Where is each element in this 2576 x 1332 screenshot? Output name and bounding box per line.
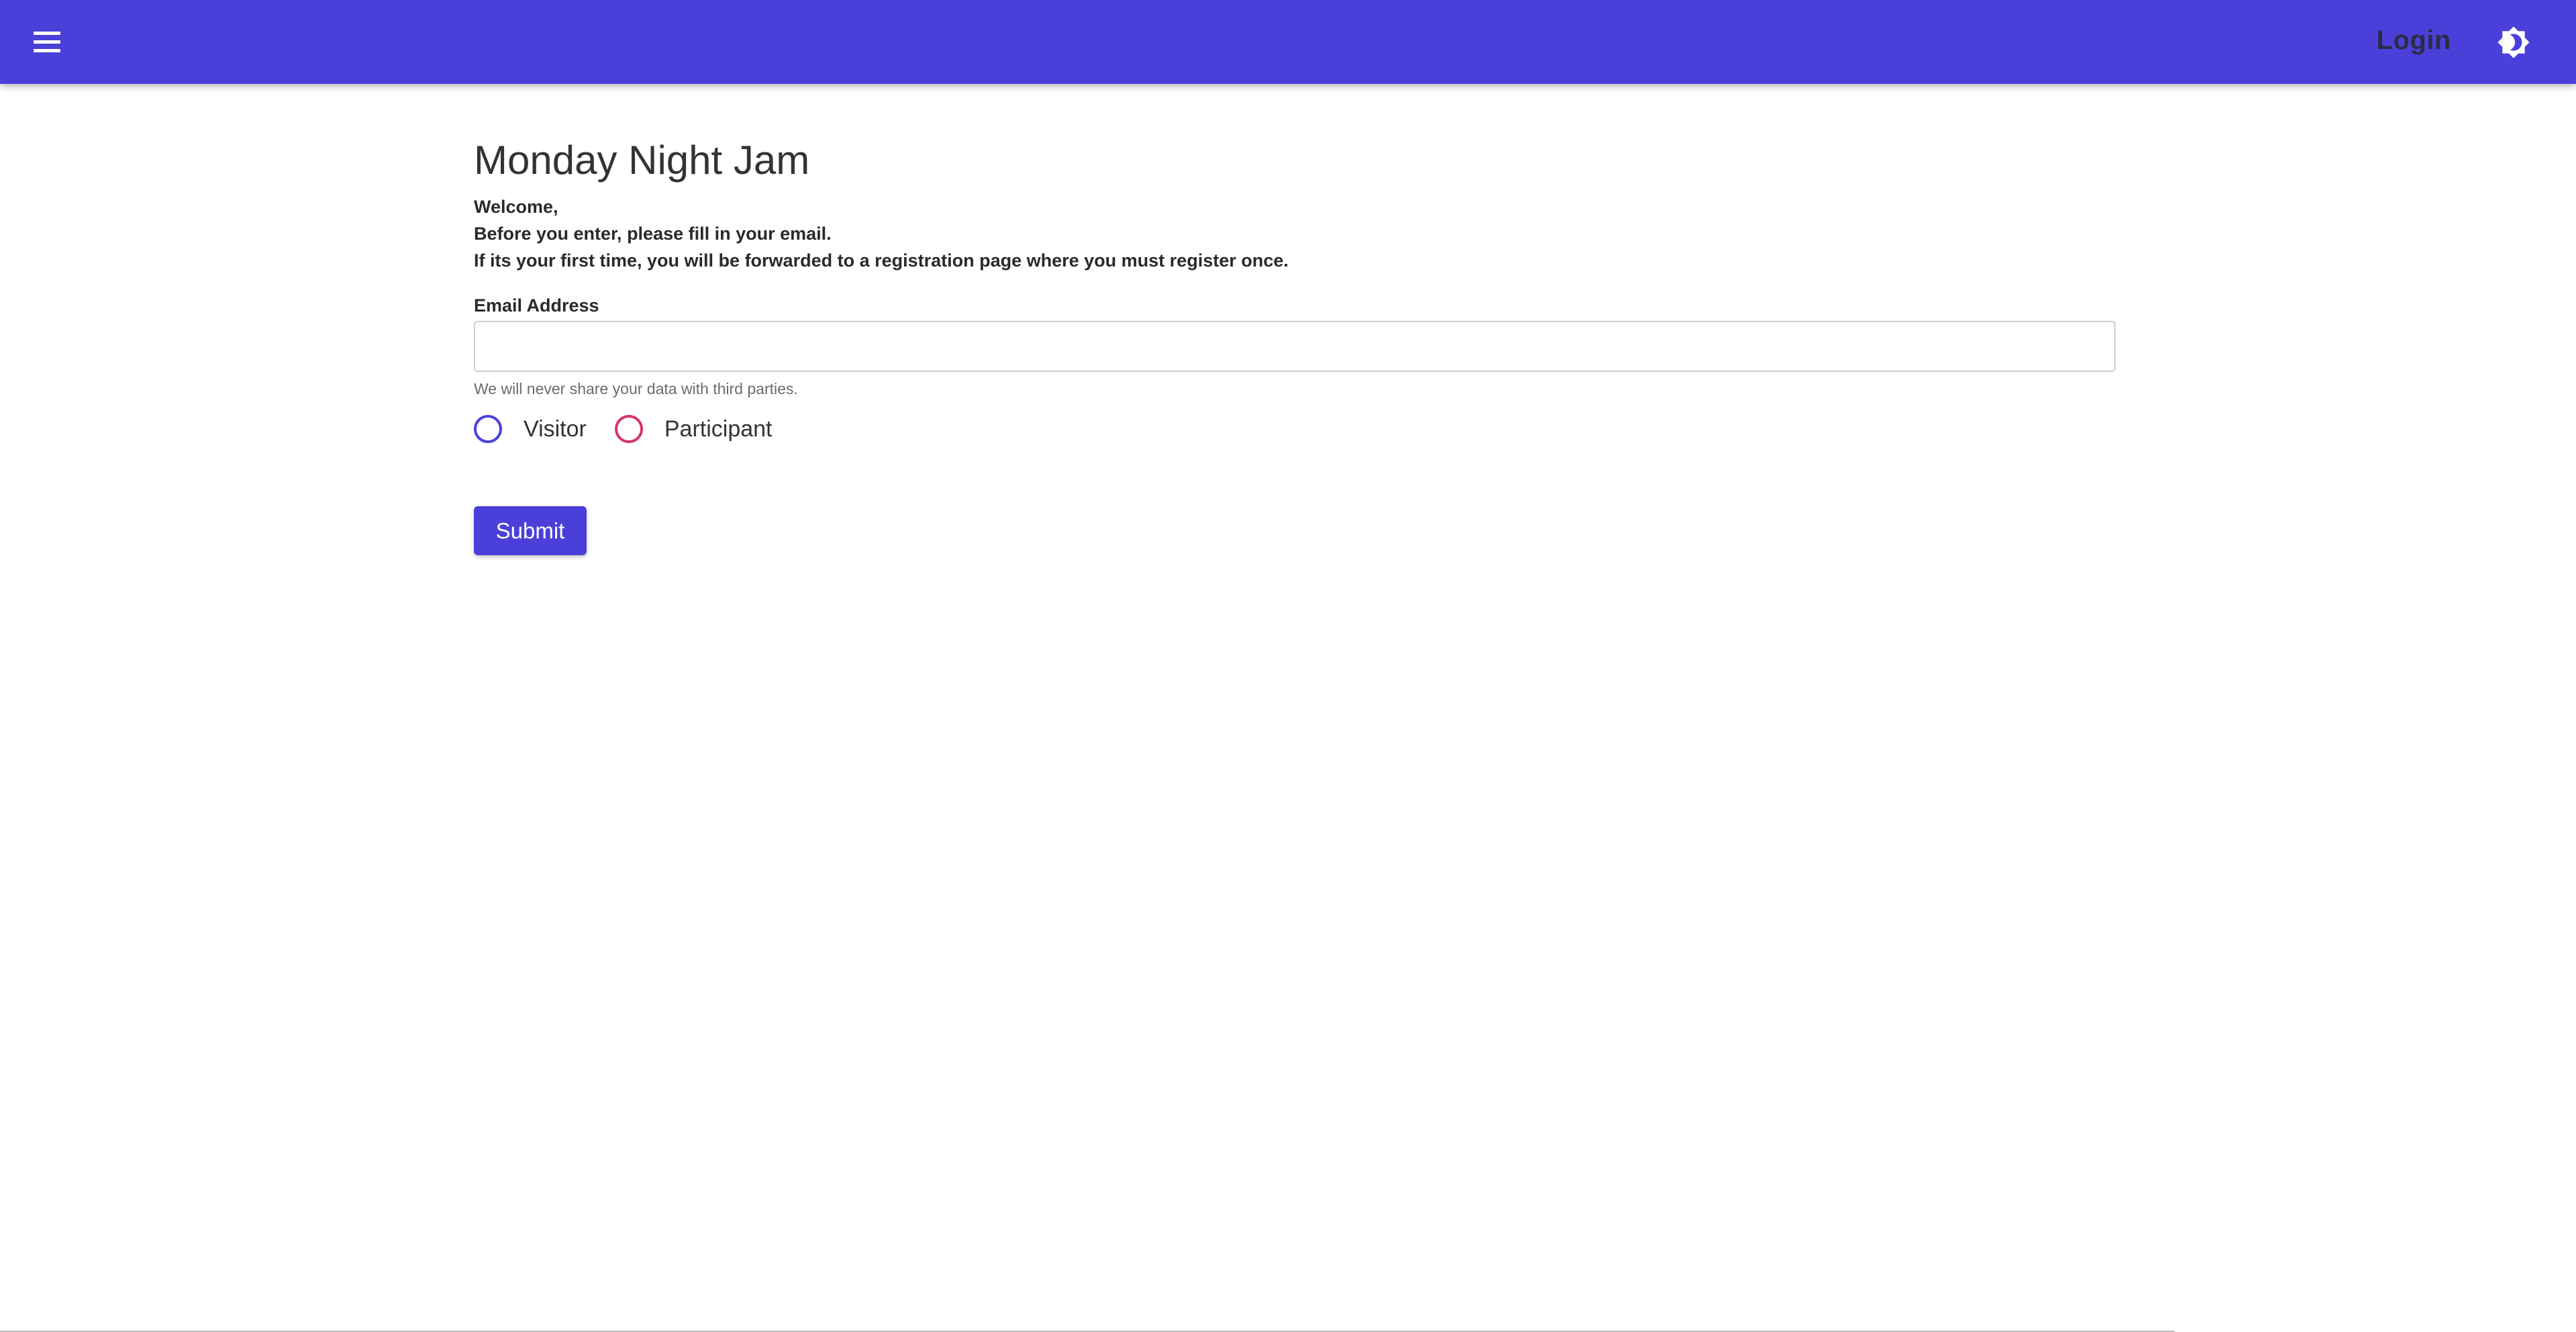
radio-circle-icon[interactable]: [474, 415, 502, 443]
role-radio-group: Visitor Participant: [474, 412, 2116, 446]
app-bar: Login: [0, 0, 2576, 84]
participant-label[interactable]: Participant: [664, 416, 773, 442]
login-form: Monday Night Jam Welcome, Before you ent…: [474, 134, 2116, 555]
page-title: Monday Night Jam: [474, 138, 810, 183]
email-label: Email Address: [474, 295, 599, 316]
visitor-label[interactable]: Visitor: [524, 416, 587, 442]
intro-text: Welcome, Before you enter, please fill i…: [474, 193, 2116, 274]
intro-line: Welcome,: [474, 197, 558, 217]
submit-button[interactable]: Submit: [474, 506, 587, 555]
radio-circle-icon[interactable]: [614, 415, 643, 443]
participant-radio[interactable]: Participant: [614, 415, 773, 443]
login-link[interactable]: Login: [2377, 26, 2451, 56]
email-help-text: We will never share your data with third…: [474, 380, 798, 397]
intro-line: If its your first time, you will be forw…: [474, 250, 1289, 271]
intro-line: Before you enter, please fill in your em…: [474, 224, 832, 244]
visitor-radio[interactable]: Visitor: [474, 415, 587, 443]
email-field[interactable]: [474, 321, 2116, 372]
menu-icon[interactable]: [31, 26, 63, 58]
brightness-icon[interactable]: [2497, 26, 2530, 59]
